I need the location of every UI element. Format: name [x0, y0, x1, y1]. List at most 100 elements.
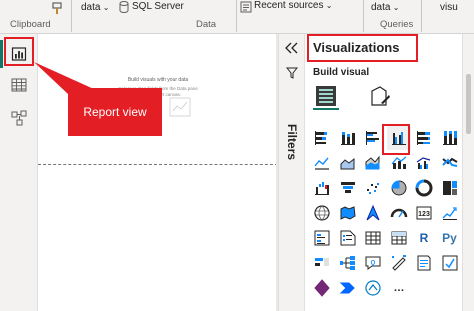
fields-pane-edge[interactable]	[462, 34, 474, 311]
table-view-button[interactable]	[4, 71, 34, 99]
svg-text:…: …	[393, 282, 404, 294]
double-chevron-left-icon[interactable]	[285, 42, 299, 54]
transform-data-button[interactable]: data ⌄	[371, 2, 399, 13]
map-icon	[314, 205, 330, 221]
chevron-down-icon: ⌄	[323, 1, 333, 10]
stacked-bar-chart-icon	[315, 131, 327, 145]
multi-row-card-icon	[314, 230, 330, 246]
100-percent-stacked-column-chart-visual[interactable]	[438, 126, 462, 150]
q-and-a-visual[interactable]: Q	[361, 251, 385, 275]
metrics-icon	[442, 255, 457, 271]
card-icon: 123	[416, 206, 432, 220]
line-and-stacked-column-chart-icon	[391, 156, 406, 169]
area-chart-visual[interactable]	[336, 151, 360, 175]
scatter-chart-icon	[367, 183, 379, 194]
filled-map-visual[interactable]	[336, 201, 360, 225]
waterfall-chart-icon	[315, 182, 329, 195]
svg-text:123: 123	[418, 211, 430, 218]
more-visuals-visual[interactable]: …	[387, 276, 411, 300]
key-influencers-visual[interactable]	[310, 251, 334, 275]
gauge-icon	[390, 208, 407, 218]
more-visuals-icon: …	[393, 282, 404, 294]
funnel-icon	[286, 67, 298, 79]
ribbon-separator	[421, 0, 422, 32]
map-visual[interactable]	[310, 201, 334, 225]
ribbon-separator	[71, 0, 72, 32]
table-grid-icon	[11, 78, 27, 92]
filters-label[interactable]: Filters	[280, 112, 304, 172]
pie-chart-visual[interactable]	[387, 176, 411, 200]
stacked-bar-chart-visual[interactable]	[310, 126, 334, 150]
q-and-a-icon: Q	[365, 256, 381, 270]
kpi-visual[interactable]	[438, 201, 462, 225]
arcgis-map-visual[interactable]	[361, 276, 385, 300]
model-view-button[interactable]	[4, 104, 34, 132]
decomposition-tree-icon	[339, 256, 355, 270]
r-visual-visual[interactable]: R	[412, 226, 436, 250]
filters-pane-collapsed[interactable]: Filters	[278, 34, 304, 311]
paginated-report-visual[interactable]	[412, 251, 436, 275]
visualizations-pane: Visualizations Build visual 123 R Py Q…	[304, 34, 462, 311]
line-and-clustered-column-chart-visual[interactable]	[412, 151, 436, 175]
callout-label: Report view	[83, 105, 147, 119]
sql-server-button[interactable]: SQL Server	[132, 1, 184, 12]
format-painter-icon[interactable]	[50, 2, 64, 16]
treemap-visual[interactable]	[438, 176, 462, 200]
group-queries: Queries	[380, 19, 414, 30]
100-percent-stacked-column-chart-icon	[442, 131, 457, 145]
page-boundary	[38, 164, 278, 165]
100-percent-stacked-bar-chart-icon	[417, 131, 430, 145]
format-visual-tab[interactable]	[367, 82, 393, 110]
format-visual-icon	[371, 86, 390, 106]
multi-row-card-visual[interactable]	[310, 226, 334, 250]
stacked-column-chart-visual[interactable]	[336, 126, 360, 150]
matrix-visual[interactable]	[387, 226, 411, 250]
svg-text:Q: Q	[371, 261, 376, 267]
ribbon-chart-visual[interactable]	[438, 151, 462, 175]
line-chart-icon	[314, 157, 329, 170]
build-visual-tab[interactable]	[313, 84, 339, 110]
smart-narrative-visual[interactable]	[387, 251, 411, 275]
card-visual[interactable]: 123	[412, 201, 436, 225]
waterfall-chart-visual[interactable]	[310, 176, 334, 200]
table-visual[interactable]	[361, 226, 385, 250]
scatter-chart-visual[interactable]	[361, 176, 385, 200]
funnel-chart-visual[interactable]	[336, 176, 360, 200]
build-visual-label: Build visual	[313, 67, 370, 78]
transform-data-label: data	[371, 2, 391, 13]
metrics-visual[interactable]	[438, 251, 462, 275]
group-clipboard: Clipboard	[10, 19, 51, 30]
decomposition-tree-visual[interactable]	[336, 251, 360, 275]
donut-chart-visual[interactable]	[412, 176, 436, 200]
power-apps-visual[interactable]	[310, 276, 334, 300]
stacked-column-chart-icon	[340, 132, 355, 145]
model-icon	[11, 110, 27, 126]
scroll-thumb[interactable]	[466, 74, 471, 134]
python-visual-visual[interactable]: Py	[438, 226, 462, 250]
recent-sources-button[interactable]: Recent sources ⌄	[254, 0, 332, 11]
slicer-visual[interactable]	[336, 226, 360, 250]
ribbon: Clipboard data ⌄ SQL Server Data Recent …	[0, 0, 474, 34]
azure-map-icon	[366, 204, 380, 221]
100-percent-stacked-bar-chart-visual[interactable]	[412, 126, 436, 150]
treemap-icon	[442, 181, 457, 195]
power-automate-visual[interactable]	[336, 276, 360, 300]
gauge-visual[interactable]	[387, 201, 411, 225]
power-apps-icon	[314, 279, 330, 297]
python-visual-label: Py	[442, 231, 457, 245]
get-data-button[interactable]: data ⌄	[81, 2, 109, 13]
azure-map-visual[interactable]	[361, 201, 385, 225]
ribbon-separator	[236, 0, 237, 32]
funnel-chart-icon	[340, 182, 355, 193]
ribbon-chart-icon	[441, 157, 458, 167]
pie-chart-icon	[390, 180, 406, 196]
stacked-area-chart-icon	[365, 155, 380, 170]
paginated-report-icon	[417, 255, 431, 271]
filled-map-icon	[340, 206, 356, 220]
new-visual-button[interactable]: visu	[440, 2, 458, 13]
get-data-label: data	[81, 2, 101, 13]
area-chart-icon	[340, 157, 354, 170]
recent-sources-icon	[240, 1, 252, 13]
line-chart-visual[interactable]	[310, 151, 334, 175]
report-view-callout: Report view	[68, 88, 162, 136]
